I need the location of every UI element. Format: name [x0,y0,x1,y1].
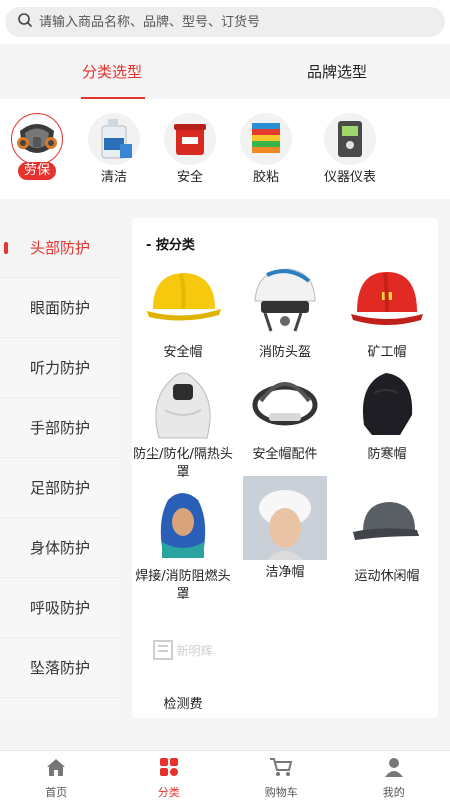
search-box[interactable] [5,7,445,37]
helmet-harness-icon [243,358,327,442]
category-label: 劳保 [17,162,56,180]
sidebar-item-label: 身体防护 [29,539,90,557]
category-label: 清洁 [100,170,127,185]
tab-brand-selection[interactable]: 品牌选型 [262,44,412,99]
yellow-helmet-icon [141,256,225,340]
safety-bin-icon [164,113,216,165]
tab-label: 我的 [382,786,405,799]
sidebar: 头部防护 眼面防护 听力防护 手部防护 足部防护 身体防护 呼吸防护 坠落防护 [0,218,120,718]
sidebar-item-label: 坠落防护 [29,659,90,677]
tab-label: 分类 [157,786,180,799]
sidebar-item-eye-face-protection[interactable]: 眼面防护 [0,278,120,338]
protective-hood-icon [141,358,225,442]
sidebar-item-body-protection[interactable]: 身体防护 [0,518,120,578]
category-item-labor-protection[interactable]: 劳保 [2,113,72,180]
tab-label: 品牌选型 [306,63,367,81]
product-welding-hood[interactable]: 焊接/消防阻燃头罩 [132,480,234,604]
sidebar-item-label: 头部防护 [29,239,90,257]
product-safety-helmet[interactable]: 安全帽 [132,256,234,362]
product-name: 检测费 [163,697,203,712]
tab-home[interactable]: 首页 [0,751,113,800]
active-indicator [4,242,8,254]
winter-hat-icon [345,358,429,442]
user-icon [383,757,405,781]
tab-label: 购物车 [264,786,298,799]
fire-helmet-icon [243,256,327,340]
product-clean-cap[interactable]: 洁净帽 [234,476,336,582]
product-helmet-accessories[interactable]: 安全帽配件 [234,358,336,464]
sidebar-item-label: 呼吸防护 [29,599,90,617]
sidebar-item-hand-protection[interactable]: 手部防护 [0,398,120,458]
category-strip: 劳保 清洁 安全 胶粘 仪器仪表 [0,99,450,199]
product-name: 防寒帽 [367,447,407,462]
product-fire-helmet[interactable]: 消防头盔 [234,256,336,362]
category-label: 胶粘 [252,170,279,185]
category-item-cleaning[interactable]: 清洁 [79,113,149,187]
gas-detector-icon [324,113,376,165]
cart-icon [269,757,293,781]
product-testing-fee[interactable]: 新明辉 检测费 [132,608,234,714]
selection-tabs: 分类选型 品牌选型 [0,44,450,99]
search-icon [17,12,33,32]
tab-profile[interactable]: 我的 [338,751,450,800]
product-category-panel: - 按分类 安全帽 消防头盔 矿工帽 防尘/防化/隔热头罩 安全帽配件 防寒帽 … [132,218,438,718]
clean-cap-icon [243,476,327,560]
placeholder-logo-icon: 新明辉 [141,608,225,692]
category-item-safety[interactable]: 安全 [155,113,225,187]
tab-category-selection[interactable]: 分类选型 [37,44,187,99]
product-name: 焊接/消防阻燃头罩 [135,569,231,602]
sidebar-item-fall-protection[interactable]: 坠落防护 [0,638,120,698]
cleaner-bottle-icon [88,113,140,165]
sidebar-item-label: 足部防护 [29,479,90,497]
category-item-instruments[interactable]: 仪器仪表 [315,113,385,187]
tab-label: 分类选型 [81,63,142,81]
red-miner-helmet-icon [345,256,429,340]
sidebar-item-respiratory-protection[interactable]: 呼吸防护 [0,578,120,638]
category-label: 仪器仪表 [323,170,376,185]
placeholder-logo-text: 新明辉 [176,643,213,658]
category-label: 安全 [176,170,203,185]
product-winter-hat[interactable]: 防寒帽 [336,358,438,464]
respirator-icon [11,113,63,165]
search-bar [0,0,450,44]
product-protective-hood[interactable]: 防尘/防化/隔热头罩 [132,358,234,482]
product-name: 安全帽配件 [252,447,318,462]
section-title-text: 按分类 [155,238,195,253]
product-name: 防尘/防化/隔热头罩 [133,447,233,480]
sidebar-item-foot-protection[interactable]: 足部防护 [0,458,120,518]
sidebar-item-label: 手部防护 [29,419,90,437]
product-sports-cap[interactable]: 运动休闲帽 [336,480,438,586]
product-name: 洁净帽 [265,565,305,580]
welding-hood-icon [141,480,225,564]
tab-category[interactable]: 分类 [113,751,226,800]
category-item-adhesive[interactable]: 胶粘 [231,113,301,187]
product-miner-helmet[interactable]: 矿工帽 [336,256,438,362]
category-icon [158,757,180,781]
tape-roll-icon [240,113,292,165]
sidebar-item-head-protection[interactable]: 头部防护 [0,218,120,278]
sidebar-item-hearing-protection[interactable]: 听力防护 [0,338,120,398]
sidebar-item-label: 听力防护 [29,359,90,377]
tab-label: 首页 [45,786,68,799]
tab-cart[interactable]: 购物车 [225,751,338,800]
section-title: - 按分类 [146,238,195,253]
sidebar-item-label: 眼面防护 [29,299,90,317]
baseball-cap-icon [345,480,429,564]
product-name: 运动休闲帽 [354,569,420,584]
bottom-tab-bar: 首页 分类 购物车 我的 [0,750,450,800]
home-icon [45,757,67,781]
search-input[interactable] [39,14,419,30]
